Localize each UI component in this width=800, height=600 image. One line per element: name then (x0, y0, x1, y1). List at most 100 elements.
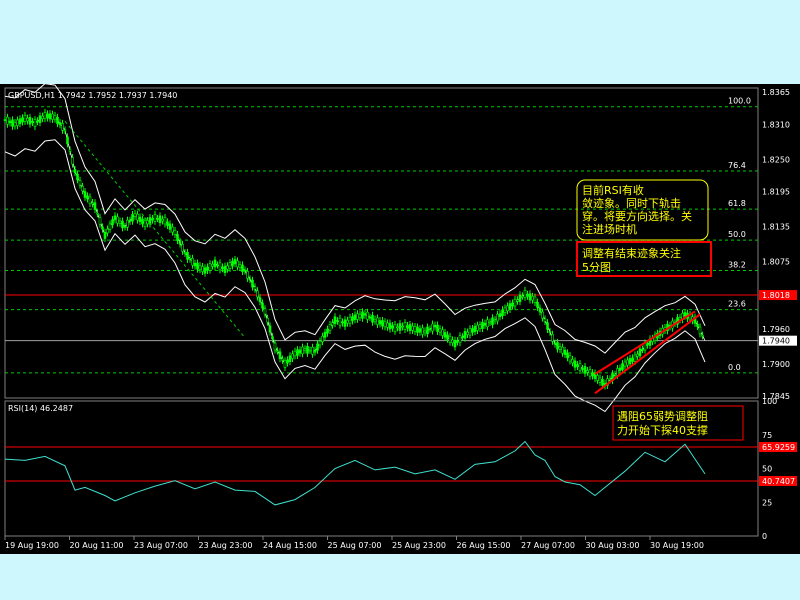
candle-body (506, 305, 509, 312)
candle-body (211, 263, 214, 267)
candle-body (628, 358, 632, 365)
candle-body (701, 334, 704, 337)
candle-body (431, 323, 434, 332)
candle-body (613, 373, 617, 376)
candle-body (48, 113, 52, 120)
candle-body (448, 335, 452, 343)
candle-body (401, 325, 404, 328)
candle-body (248, 278, 252, 281)
candle-body (98, 217, 102, 225)
candle-body (433, 324, 437, 328)
candle-body (156, 218, 159, 220)
candle-body (336, 320, 339, 322)
candle-body (436, 324, 439, 332)
candle-body (503, 307, 507, 313)
candle-body (538, 307, 542, 313)
rsi-title: RSI(14) 46.2487 (8, 404, 73, 413)
candle-body (696, 323, 699, 327)
candle-body (556, 342, 559, 350)
candle-body (311, 347, 314, 355)
candle-body (91, 202, 94, 205)
candle-body (516, 299, 519, 302)
candle-body (493, 319, 497, 322)
candle-body (16, 119, 19, 126)
candle-body (413, 326, 417, 332)
candle-body (18, 118, 22, 125)
candle-body (28, 117, 32, 125)
x-tick-label: 25 Aug 07:00 (328, 541, 382, 550)
candle-body (546, 322, 549, 330)
candle-body (551, 333, 554, 342)
candle-body (46, 113, 49, 119)
candle-body (478, 324, 482, 329)
candle-body (106, 228, 109, 234)
candle-body (133, 213, 137, 217)
candle-body (128, 219, 132, 222)
candle-body (423, 330, 427, 334)
candle-body (346, 319, 349, 324)
candle-body (56, 116, 59, 124)
candle-body (246, 271, 249, 279)
candle-body (286, 359, 289, 364)
candle-body (398, 323, 402, 331)
candle-body (416, 326, 419, 333)
candle-body (633, 354, 637, 362)
candle-body (561, 346, 564, 354)
candle-body (578, 363, 582, 371)
y-tick-label: 1.7940 (762, 337, 790, 346)
candle-body (581, 368, 584, 370)
candle-body (361, 311, 364, 319)
candle-body (453, 339, 457, 348)
candle-body (43, 112, 47, 119)
candle-body (473, 326, 477, 332)
candle-body (103, 231, 107, 239)
candle-body (13, 122, 17, 127)
candle-body (61, 123, 64, 131)
candle-body (441, 329, 444, 336)
candle-body (348, 316, 352, 324)
y-tick-label: 1.8365 (762, 88, 790, 97)
candle-body (351, 316, 354, 322)
x-tick-label: 19 Aug 19:00 (5, 541, 59, 550)
candle-body (306, 346, 309, 354)
candle-body (461, 336, 464, 339)
candle-body (81, 186, 84, 192)
candle-body (406, 325, 409, 329)
y-tick-label: 1.8135 (762, 223, 790, 232)
candle-body (36, 120, 39, 123)
candle-body (303, 348, 307, 351)
candle-body (278, 351, 282, 360)
candle-body (191, 258, 194, 266)
candle-body (513, 299, 517, 307)
candle-body (308, 349, 312, 352)
candle-body (186, 252, 189, 260)
candle-body (646, 343, 649, 346)
candle-body (563, 349, 567, 355)
fib-level-label: 61.8 (728, 199, 746, 208)
candle-body (31, 121, 34, 123)
candle-body (641, 349, 644, 351)
candle-body (213, 259, 217, 268)
rsi-y-tick-label: 25 (762, 498, 772, 507)
chart-canvas: 100.0 76.4 61.8 50.0 38.2 23.6 0.0 1.8365 1.8310… (3, 84, 797, 550)
candle-body (231, 260, 234, 267)
fib-level-label: 23.6 (728, 300, 746, 309)
candle-body (368, 316, 372, 319)
candle-body (396, 326, 399, 329)
down-trendline (64, 121, 246, 339)
candle-body (451, 339, 454, 344)
candle-body (488, 321, 492, 324)
candle-body (188, 258, 192, 260)
candle-body (588, 369, 592, 377)
chart-window[interactable]: 100.0 76.4 61.8 50.0 38.2 23.6 0.0 1.8365 1.8310… (0, 84, 800, 554)
candle-body (266, 318, 269, 323)
candle-body (283, 360, 287, 368)
candle-body (291, 353, 294, 359)
candle-body (183, 252, 187, 254)
x-tick-label: 27 Aug 07:00 (521, 541, 575, 550)
candle-body (341, 321, 344, 324)
candle-body (621, 363, 624, 371)
rsi-y-tick-label: 40.7407 (762, 477, 795, 486)
candle-body (88, 196, 92, 204)
candle-body (123, 226, 127, 228)
